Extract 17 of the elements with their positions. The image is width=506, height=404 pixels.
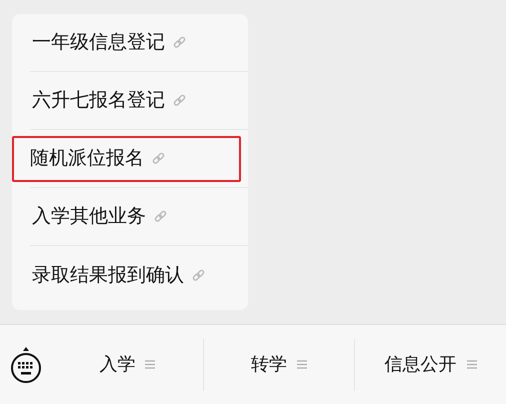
menu-tab[interactable]: 转学 <box>202 338 354 390</box>
menu-icon <box>297 360 307 369</box>
link-icon <box>154 210 167 223</box>
menu-tab[interactable]: 信息公开 <box>354 338 506 390</box>
keyboard-icon[interactable] <box>9 346 43 384</box>
menu-item[interactable]: 录取结果报到确认 <box>30 252 207 298</box>
menu-item[interactable]: 六升七报名登记 <box>30 78 188 124</box>
menu-tab[interactable]: 入学 <box>52 338 203 390</box>
link-icon <box>192 268 205 282</box>
menu-item[interactable]: 随机派位报名 <box>12 136 241 182</box>
menu-icon <box>466 360 477 369</box>
link-icon <box>152 152 165 165</box>
menu-icon <box>145 360 156 369</box>
link-icon <box>173 94 186 107</box>
menu-item[interactable]: 入学其他业务 <box>30 194 169 240</box>
menu-item[interactable]: 一年级信息登记 <box>30 20 188 66</box>
link-icon <box>173 36 186 49</box>
